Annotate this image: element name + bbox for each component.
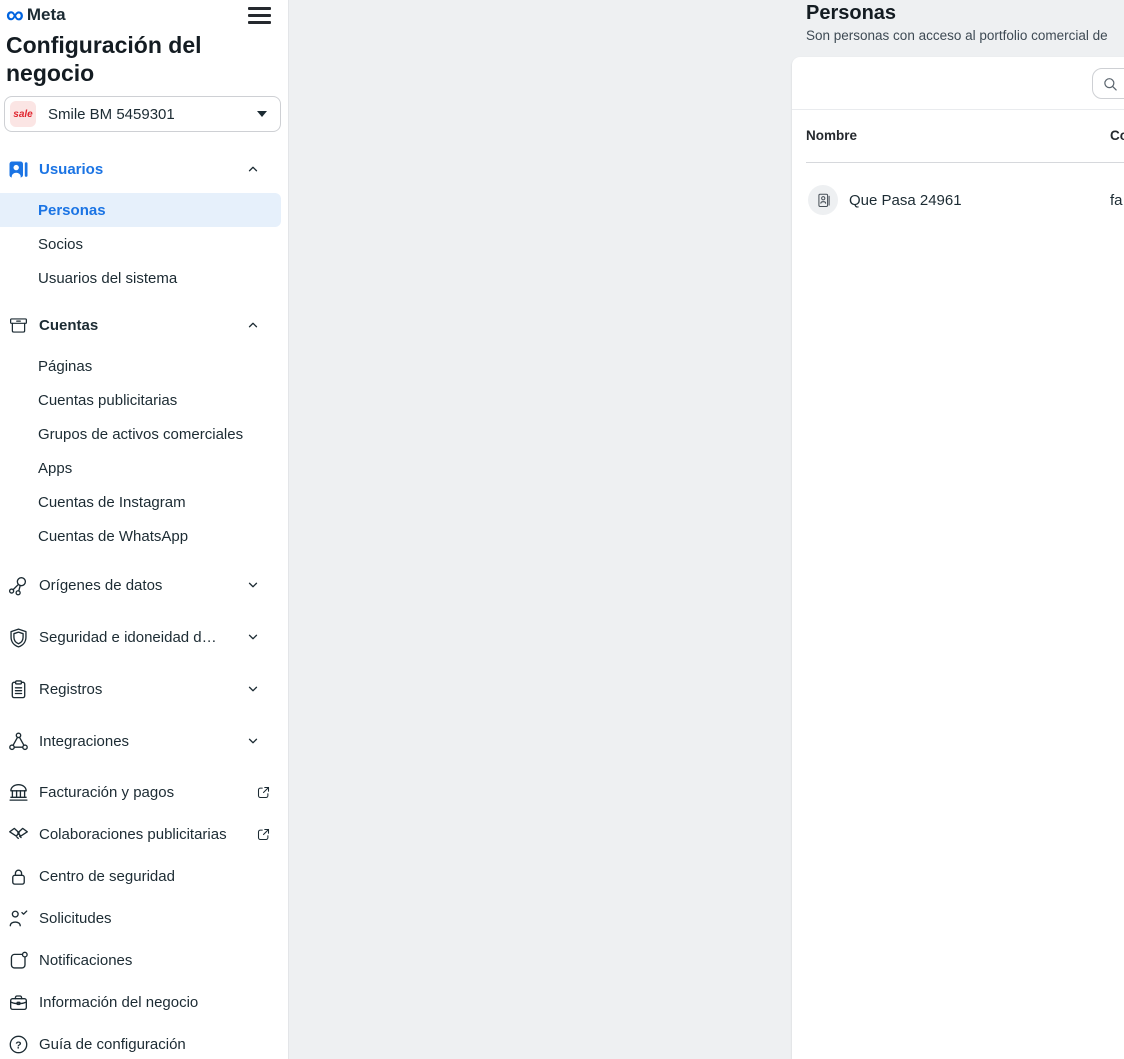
sidebar-item-cuentas-publicitarias[interactable]: Cuentas publicitarias [0, 383, 288, 417]
link-label: Solicitudes [39, 910, 112, 927]
sidebar-item-socios[interactable]: Socios [0, 227, 288, 261]
column-header-correo: Co [1110, 109, 1124, 162]
chevron-down-icon [246, 682, 260, 696]
chevron-down-icon [246, 630, 260, 644]
chevron-down-icon [246, 578, 260, 592]
sidebar-section-origenes-de-datos[interactable]: Orígenes de datos [0, 559, 288, 611]
question-glyph: ? [15, 1039, 21, 1051]
sidebar-item-informacion-negocio[interactable]: Información del negocio [0, 981, 288, 1023]
clipboard-icon [8, 679, 29, 700]
sidebar-item-facturacion[interactable]: Facturación y pagos [0, 771, 288, 813]
sidebar-item-centro-seguridad[interactable]: Centro de seguridad [0, 855, 288, 897]
business-avatar: sale [10, 101, 36, 127]
page-title: Configuración del negocio [0, 28, 288, 87]
section-label: Registros [39, 681, 102, 698]
meta-infinity-icon: ∞ [6, 5, 24, 25]
sidebar-item-grupos-activos[interactable]: Grupos de activos comerciales [0, 417, 288, 451]
shield-icon [8, 627, 29, 648]
sidebar-item-notificaciones[interactable]: Notificaciones [0, 939, 288, 981]
briefcase-icon [8, 992, 29, 1013]
sidebar-links: Facturación y pagos [0, 771, 288, 1059]
business-selector-dropdown[interactable]: sale Smile BM 5459301 [4, 96, 281, 132]
sidebar: ∞ Meta Configuración del negocio sale Sm… [0, 0, 289, 1059]
meta-logo-text: Meta [27, 5, 66, 25]
sidebar-item-cuentas-whatsapp[interactable]: Cuentas de WhatsApp [0, 519, 288, 553]
table-row[interactable]: Que Pasa 24961 fa [792, 163, 1124, 237]
sidebar-item-cuentas-instagram[interactable]: Cuentas de Instagram [0, 485, 288, 519]
link-label: Información del negocio [39, 994, 198, 1011]
sidebar-section-usuarios[interactable]: Usuarios [0, 145, 288, 193]
business-settings-page: ∞ Meta Configuración del negocio sale Sm… [0, 0, 1124, 1059]
search-icon [1102, 75, 1118, 93]
section-label: Cuentas [39, 317, 98, 334]
search-box [1092, 68, 1124, 99]
archive-box-icon [8, 315, 29, 336]
external-link-icon [256, 785, 271, 800]
link-label: Facturación y pagos [39, 784, 174, 801]
sidebar-section-registros[interactable]: Registros [0, 663, 288, 715]
hamburger-menu-icon[interactable] [248, 3, 271, 28]
main-title: Personas [806, 2, 896, 25]
person-email: fa [1110, 163, 1123, 237]
link-label: Centro de seguridad [39, 868, 175, 885]
section-label: Seguridad e idoneidad d… [39, 629, 217, 646]
sidebar-item-apps[interactable]: Apps [0, 451, 288, 485]
sidebar-item-paginas[interactable]: Páginas [0, 349, 288, 383]
notification-icon [8, 950, 29, 971]
chevron-up-icon [246, 162, 260, 176]
sidebar-section-seguridad[interactable]: Seguridad e idoneidad d… [0, 611, 288, 663]
id-badge-icon [8, 159, 29, 180]
handshake-icon [8, 824, 29, 845]
integrations-icon [8, 731, 29, 752]
column-header-nombre: Nombre [806, 109, 857, 162]
id-card-glyph-icon [815, 192, 832, 209]
people-table-card: Nombre Co Que Pasa 24961 fa [792, 57, 1124, 1059]
person-avatar [808, 185, 838, 215]
sidebar-item-guia-configuracion[interactable]: ? Guía de configuración [0, 1023, 288, 1059]
external-link-icon [256, 827, 271, 842]
person-check-icon [8, 908, 29, 929]
sidebar-nav: Usuarios Personas Socios Usuarios del si… [0, 145, 288, 1059]
sidebar-section-integraciones[interactable]: Integraciones [0, 715, 288, 767]
main-subtitle: Son personas con acceso al portfolio com… [806, 28, 1108, 43]
section-label: Usuarios [39, 161, 103, 178]
sidebar-item-personas[interactable]: Personas [0, 193, 281, 227]
sidebar-item-usuarios-del-sistema[interactable]: Usuarios del sistema [0, 261, 288, 295]
chevron-up-icon [246, 318, 260, 332]
link-label: Notificaciones [39, 952, 132, 969]
sidebar-item-colaboraciones[interactable]: Colaboraciones publicitarias [0, 813, 288, 855]
link-label: Colaboraciones publicitarias [39, 826, 227, 843]
section-label: Orígenes de datos [39, 577, 162, 594]
caret-down-icon [257, 111, 267, 117]
question-circle-icon: ? [8, 1034, 29, 1055]
link-label: Guía de configuración [39, 1036, 186, 1053]
bank-icon [8, 782, 29, 803]
sidebar-section-cuentas[interactable]: Cuentas [0, 301, 288, 349]
business-name: Smile BM 5459301 [48, 106, 175, 123]
sidebar-top-bar: ∞ Meta [0, 0, 288, 28]
lock-icon [8, 866, 29, 887]
section-label: Integraciones [39, 733, 129, 750]
data-sources-icon [8, 575, 29, 596]
person-name: Que Pasa 24961 [849, 192, 962, 209]
meta-logo[interactable]: ∞ Meta [6, 5, 66, 25]
sidebar-item-solicitudes[interactable]: Solicitudes [0, 897, 288, 939]
chevron-down-icon [246, 734, 260, 748]
